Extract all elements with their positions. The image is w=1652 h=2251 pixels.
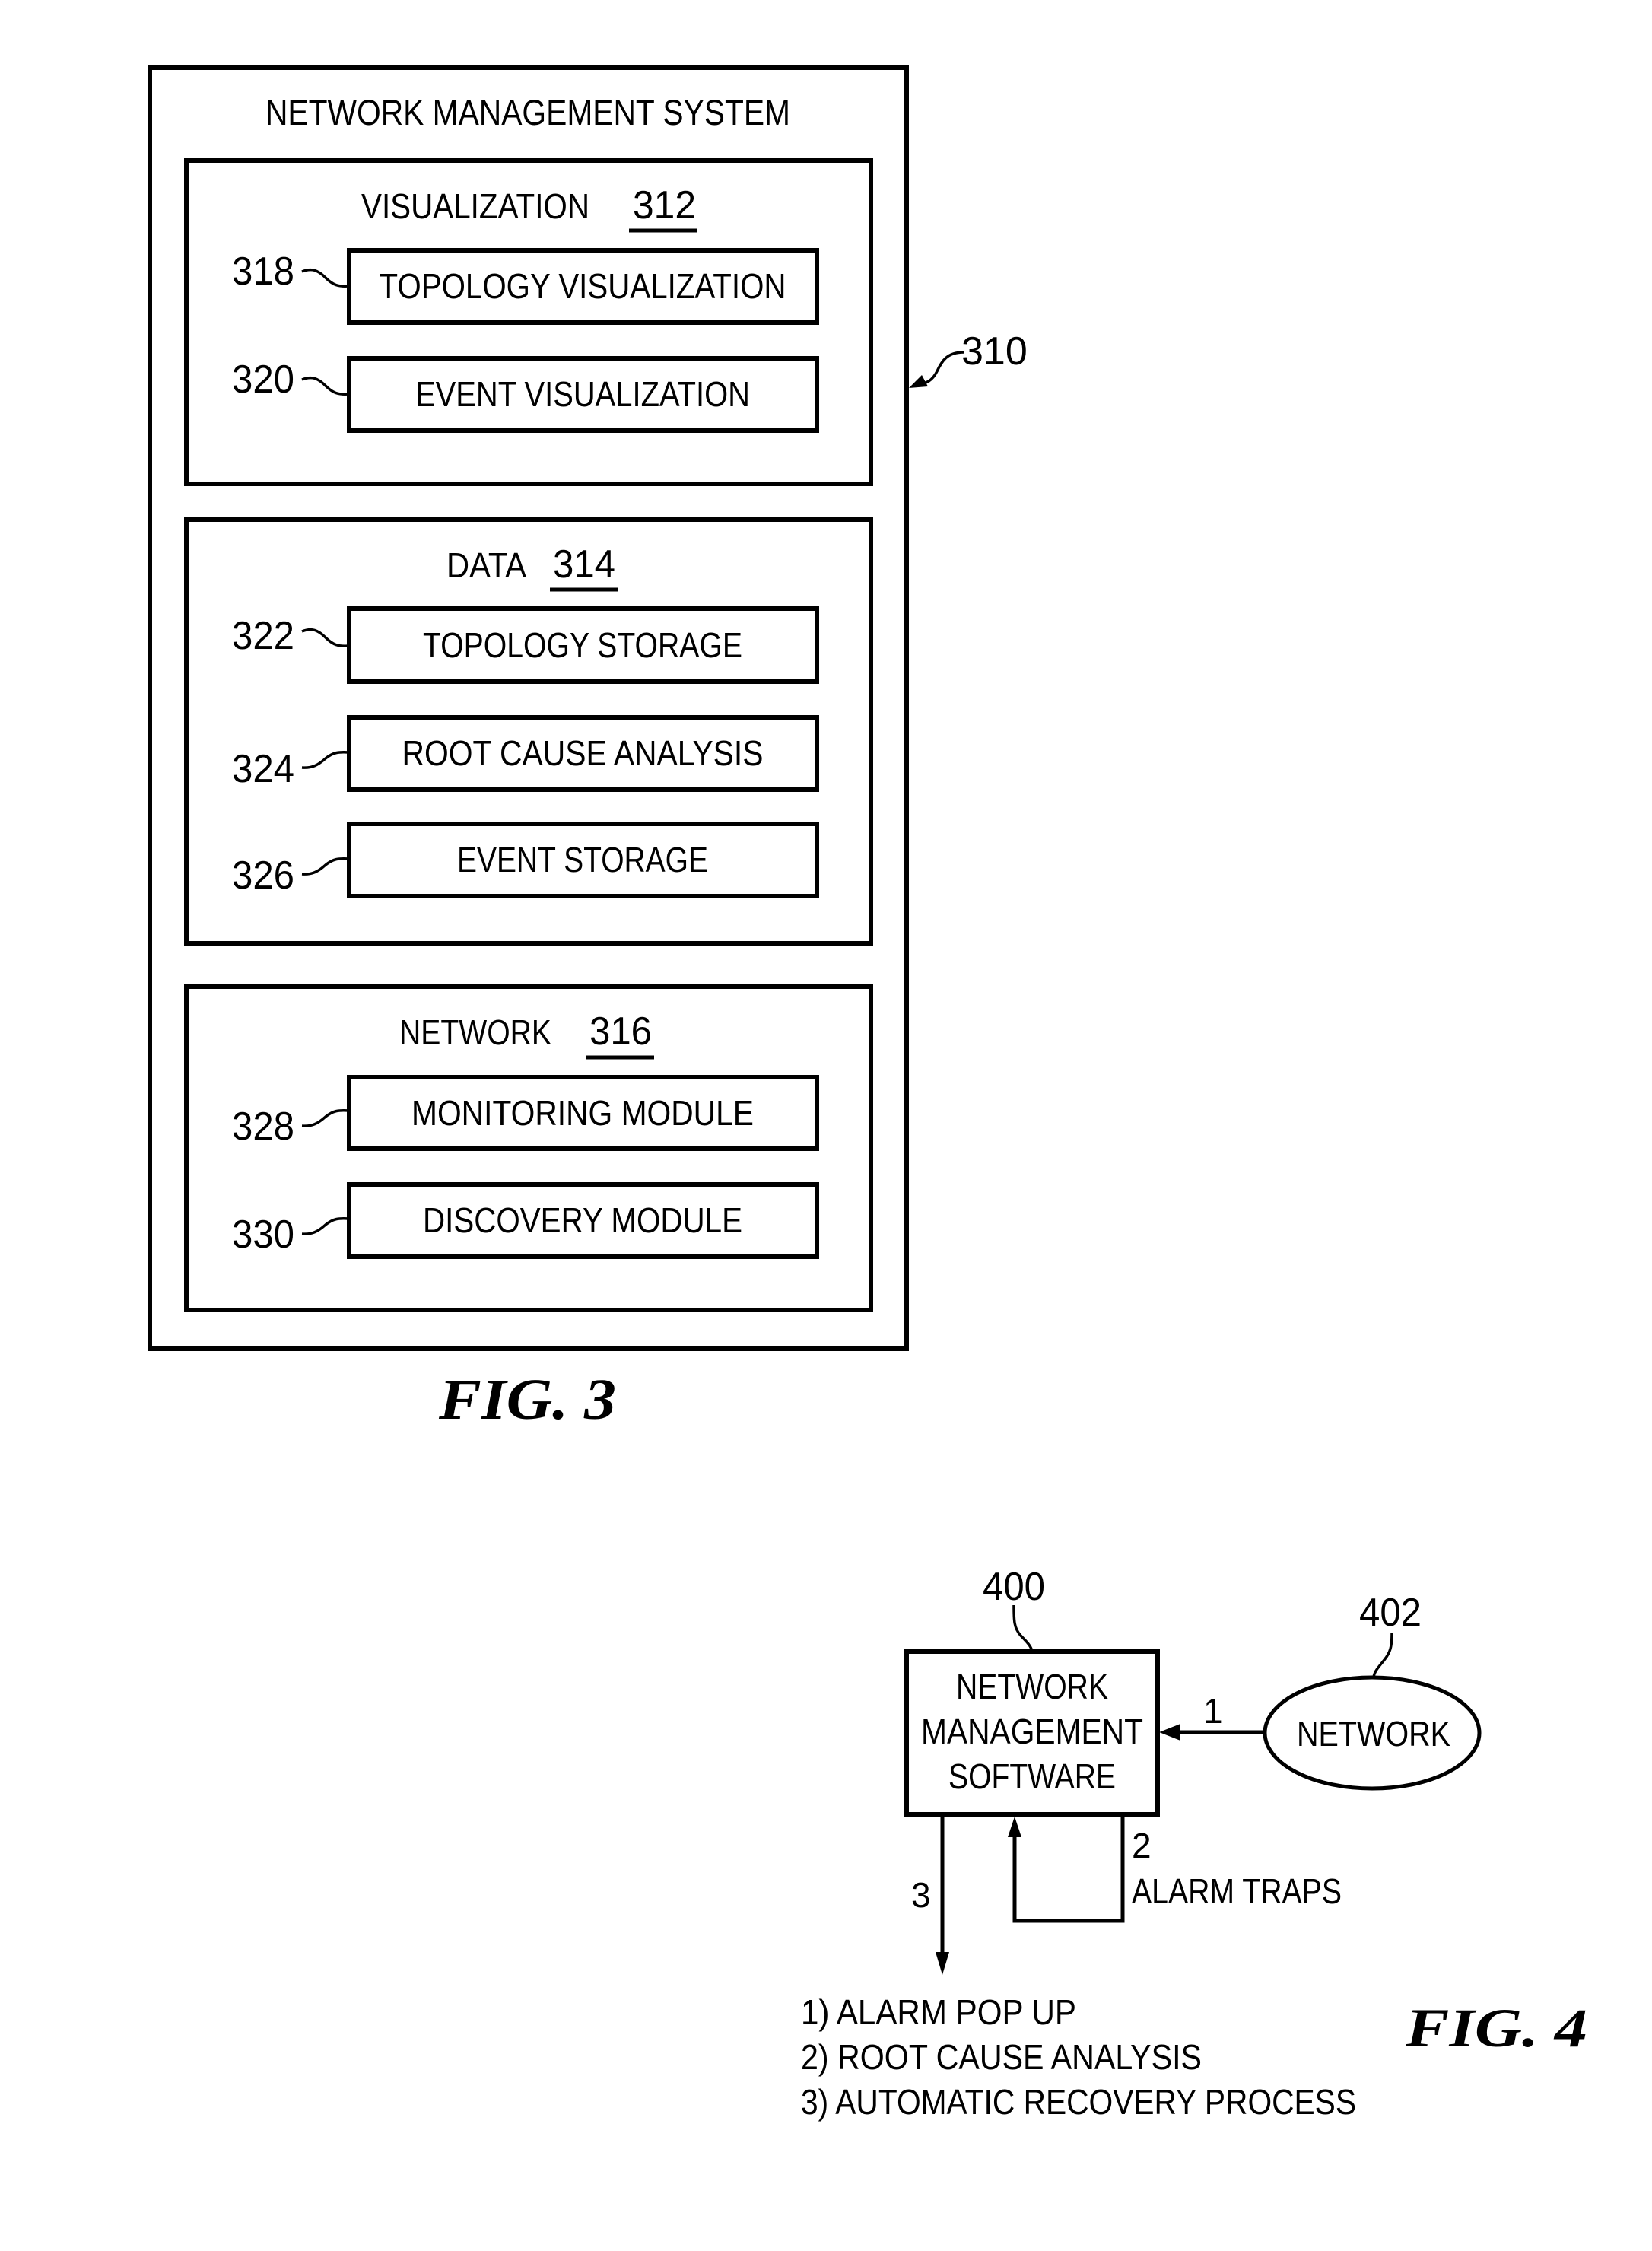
section-title: VISUALIZATION: [361, 186, 589, 226]
module-ref: 320: [232, 358, 294, 402]
figure-3: NETWORK MANAGEMENT SYSTEM 310 VISUALIZAT…: [148, 65, 1028, 1432]
module-ref: 326: [232, 854, 294, 898]
figure-4-caption: FIG. 4: [1405, 1998, 1587, 2059]
flow-2-arrowhead-icon: [1008, 1817, 1021, 1837]
module-label: TOPOLOGY VISUALIZATION: [380, 266, 786, 306]
module-ref: 322: [232, 614, 294, 658]
figure-3-caption: FIG. 3: [438, 1368, 616, 1432]
flow-2-description: ALARM TRAPS: [1132, 1871, 1342, 1911]
flow-3-label: 3: [911, 1875, 931, 1915]
software-label-line: SOFTWARE: [948, 1757, 1116, 1796]
module-label: ROOT CAUSE ANALYSIS: [402, 733, 764, 773]
section-data: DATA 314 TOPOLOGY STORAGE 322 ROOT CAUSE…: [184, 517, 873, 946]
flow-1-label: 1: [1203, 1691, 1223, 1731]
patent-drawing-canvas: NETWORK MANAGEMENT SYSTEM 310 VISUALIZAT…: [148, 65, 1587, 2122]
section-ref: 316: [589, 1009, 652, 1054]
flow-3-arrowhead-icon: [936, 1952, 949, 1975]
section-title: NETWORK: [399, 1013, 551, 1052]
section-visualization: VISUALIZATION 312 TOPOLOGY VISUALIZATION…: [184, 158, 873, 486]
software-label-line: NETWORK: [956, 1667, 1108, 1706]
network-ref-leader: [1372, 1632, 1393, 1679]
section-network: NETWORK 316 MONITORING MODULE 328 DISCOV…: [184, 984, 873, 1312]
software-label-line: MANAGEMENT: [921, 1712, 1143, 1751]
section-ref: 312: [633, 183, 696, 227]
module-label: TOPOLOGY STORAGE: [423, 625, 742, 665]
figure-4: 400 NETWORK MANAGEMENT SOFTWARE 402 NETW…: [801, 1565, 1587, 2122]
flow-1-arrowhead-icon: [1159, 1724, 1180, 1741]
system-title: NETWORK MANAGEMENT SYSTEM: [265, 92, 790, 132]
module-ref: 324: [232, 747, 294, 791]
outcome-item: 3) AUTOMATIC RECOVERY PROCESS: [801, 2082, 1356, 2122]
software-ref-label: 400: [983, 1565, 1045, 1609]
section-title: DATA: [446, 545, 526, 585]
module-ref: 318: [232, 250, 294, 294]
flow-2-loop: [1012, 1816, 1125, 1923]
outcome-item: 1) ALARM POP UP: [801, 1992, 1076, 2032]
module-label: EVENT STORAGE: [457, 840, 708, 879]
module-label: DISCOVERY MODULE: [423, 1200, 742, 1240]
flow-2-label: 2: [1132, 1826, 1152, 1865]
outcome-list: 1) ALARM POP UP 2) ROOT CAUSE ANALYSIS 3…: [801, 1992, 1356, 2122]
module-label: EVENT VISUALIZATION: [415, 374, 750, 414]
software-ref-leader: [1012, 1604, 1034, 1652]
system-ref-arrowhead-icon: [909, 375, 928, 388]
outcome-item: 2) ROOT CAUSE ANALYSIS: [801, 2037, 1202, 2077]
network-ref-label: 402: [1359, 1591, 1422, 1635]
module-label: MONITORING MODULE: [411, 1093, 754, 1133]
system-ref-label: 310: [961, 329, 1028, 374]
module-ref: 330: [232, 1213, 294, 1257]
network-node-label: NETWORK: [1297, 1714, 1450, 1753]
module-ref: 328: [232, 1105, 294, 1149]
section-ref: 314: [553, 542, 615, 587]
